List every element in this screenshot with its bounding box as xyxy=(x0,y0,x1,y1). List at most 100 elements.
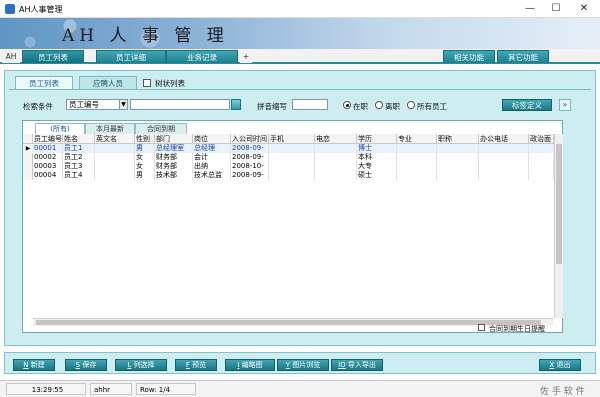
table-cell[interactable]: 员工4 xyxy=(63,171,95,180)
col-header[interactable]: 专业 xyxy=(397,134,437,144)
table-cell[interactable]: 员工1 xyxy=(63,144,95,153)
table-cell[interactable] xyxy=(479,144,529,153)
subtab-contract-expiring[interactable]: 合同到期 xyxy=(135,123,187,134)
table-cell[interactable]: 会计 xyxy=(193,153,231,162)
table-cell[interactable]: 技术部 xyxy=(155,171,193,180)
col-header[interactable]: 职称 xyxy=(437,134,479,144)
table-cell[interactable]: 财务部 xyxy=(155,162,193,171)
maximize-button[interactable]: ☐ xyxy=(546,2,566,16)
tab-other-functions[interactable]: 其它功能 xyxy=(497,50,549,63)
table-cell[interactable] xyxy=(269,153,315,162)
search-button[interactable] xyxy=(231,99,241,110)
chevron-down-icon[interactable]: ▼ xyxy=(120,99,128,110)
tag-define-button[interactable]: 标签定义 xyxy=(502,99,552,111)
col-header[interactable]: 入公司时间 xyxy=(231,134,269,144)
table-cell[interactable]: 博士 xyxy=(357,144,397,153)
col-header[interactable]: 员工编号 xyxy=(33,134,63,144)
subtab-this-month[interactable]: 本月最新 xyxy=(85,123,135,134)
table-cell[interactable]: 财务部 xyxy=(155,153,193,162)
table-cell[interactable]: 女 xyxy=(135,162,155,171)
save-button[interactable]: S 保存 xyxy=(65,359,107,371)
col-header[interactable]: 性别 xyxy=(135,134,155,144)
tab-business-records[interactable]: 业务记录 xyxy=(166,50,238,63)
col-header[interactable]: 电恋 xyxy=(315,134,357,144)
new-button[interactable]: N 新建 xyxy=(13,359,55,371)
col-header[interactable]: 英文名 xyxy=(95,134,135,144)
table-cell[interactable]: 技术总监 xyxy=(193,171,231,180)
col-header[interactable]: 办公电话 xyxy=(479,134,529,144)
radio-onjob[interactable] xyxy=(343,101,351,109)
table-cell[interactable] xyxy=(315,162,357,171)
table-cell[interactable] xyxy=(315,144,357,153)
table-cell[interactable] xyxy=(479,171,529,180)
tree-list-checkbox[interactable] xyxy=(143,79,151,87)
table-cell[interactable]: 男 xyxy=(135,144,155,153)
table-cell[interactable] xyxy=(397,171,437,180)
table-cell[interactable] xyxy=(397,144,437,153)
tab-employee-detail[interactable]: 员工详细 xyxy=(96,50,166,63)
col-header[interactable]: 岗位 xyxy=(193,134,231,144)
exit-button[interactable]: X 退出 xyxy=(539,359,581,371)
table-cell[interactable]: 00002 xyxy=(33,153,63,162)
birthday-reminder-checkbox[interactable] xyxy=(478,324,485,331)
tab-add-button[interactable]: + xyxy=(240,50,252,63)
table-cell[interactable] xyxy=(95,144,135,153)
table-cell[interactable] xyxy=(529,162,554,171)
horizontal-scroll-thumb[interactable] xyxy=(36,320,541,325)
thumbnail-button[interactable]: I 编略图 xyxy=(225,359,275,371)
vertical-scroll-thumb[interactable] xyxy=(556,144,562,264)
table-cell[interactable] xyxy=(269,162,315,171)
radio-all[interactable] xyxy=(407,101,415,109)
close-button[interactable]: ✕ xyxy=(574,2,594,16)
table-cell[interactable] xyxy=(315,153,357,162)
table-cell[interactable] xyxy=(315,171,357,180)
table-cell[interactable]: 2008-09- xyxy=(231,171,269,180)
radio-left[interactable] xyxy=(375,101,383,109)
tab-related-functions[interactable]: 相关功能 xyxy=(443,50,495,63)
table-cell[interactable] xyxy=(479,153,529,162)
minimize-button[interactable]: — xyxy=(520,2,540,16)
collapse-icon[interactable]: » xyxy=(559,99,571,111)
import-export-button[interactable]: IO 导入导出 xyxy=(331,359,383,371)
table-cell[interactable] xyxy=(529,171,554,180)
table-cell[interactable] xyxy=(437,162,479,171)
vertical-scrollbar[interactable] xyxy=(554,134,563,318)
table-cell[interactable]: 00003 xyxy=(33,162,63,171)
pinyin-input[interactable] xyxy=(292,99,328,110)
tab-employee-list[interactable]: 员工列表 xyxy=(22,50,84,63)
table-cell[interactable] xyxy=(269,171,315,180)
table-cell[interactable] xyxy=(529,153,554,162)
table-cell[interactable] xyxy=(437,171,479,180)
table-cell[interactable]: 总经理室 xyxy=(155,144,193,153)
preview-button[interactable]: F 预览 xyxy=(175,359,217,371)
column-select-button[interactable]: L 列选择 xyxy=(115,359,167,371)
col-header[interactable]: 姓名 xyxy=(63,134,95,144)
table-cell[interactable] xyxy=(479,162,529,171)
col-header[interactable]: 学历 xyxy=(357,134,397,144)
table-cell[interactable]: 员工3 xyxy=(63,162,95,171)
table-cell[interactable]: 2008-09- xyxy=(231,153,269,162)
search-input[interactable] xyxy=(130,99,230,110)
table-cell[interactable]: 硕士 xyxy=(357,171,397,180)
tab-applicants[interactable]: 应聘人员 xyxy=(79,76,137,89)
table-cell[interactable]: 出纳 xyxy=(193,162,231,171)
tab-list[interactable]: 员工列表 xyxy=(15,76,73,89)
table-cell[interactable] xyxy=(397,153,437,162)
table-cell[interactable]: 女 xyxy=(135,153,155,162)
table-cell[interactable] xyxy=(397,162,437,171)
table-cell[interactable]: 2008-10- xyxy=(231,162,269,171)
col-header[interactable]: 部门 xyxy=(155,134,193,144)
col-header[interactable]: 政治面 xyxy=(529,134,554,144)
table-cell[interactable]: 员工2 xyxy=(63,153,95,162)
table-cell[interactable] xyxy=(437,144,479,153)
table-cell[interactable] xyxy=(95,153,135,162)
table-cell[interactable] xyxy=(269,144,315,153)
table-cell[interactable]: 总经理 xyxy=(193,144,231,153)
table-cell[interactable]: 2008-09- xyxy=(231,144,269,153)
table-cell[interactable] xyxy=(95,171,135,180)
table-cell[interactable]: 大专 xyxy=(357,162,397,171)
table-cell[interactable] xyxy=(437,153,479,162)
subtab-all[interactable]: (所有) xyxy=(35,123,85,134)
search-field-select[interactable]: 员工编号 xyxy=(66,99,120,110)
col-header[interactable]: 手机 xyxy=(269,134,315,144)
